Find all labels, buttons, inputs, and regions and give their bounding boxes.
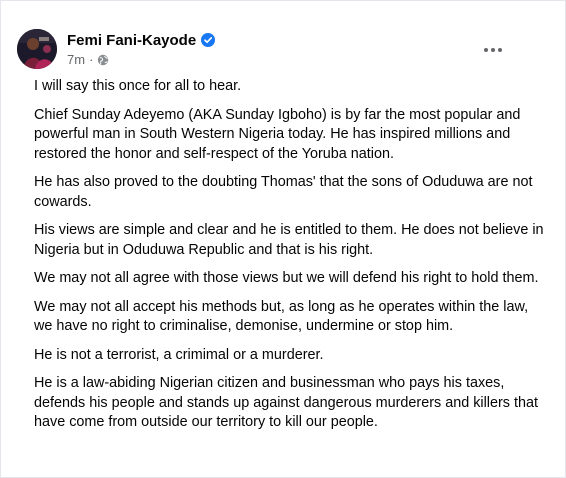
author-name[interactable]: Femi Fani-Kayode (67, 31, 196, 50)
post-paragraph: He has also proved to the doubting Thoma… (34, 174, 533, 210)
author-avatar[interactable] (17, 29, 57, 69)
post-paragraph: He is not a terrorist, a crimimal or a m… (34, 346, 324, 363)
more-dot (498, 48, 502, 52)
avatar-photo-icon (17, 29, 57, 69)
author-row: Femi Fani-Kayode (67, 31, 216, 50)
post-paragraph: We may not all accept his methods but, a… (34, 298, 529, 335)
post-paragraph: His views are simple and clear and he is… (34, 222, 544, 258)
verified-badge-icon (201, 33, 216, 47)
separator-dot: · (89, 51, 94, 67)
post-paragraph: He is a law-abiding Nigerian citizen and… (34, 375, 538, 430)
post-timestamp[interactable]: 7m (67, 52, 85, 68)
post-body: I will say this once for all to hear. Ch… (34, 77, 544, 442)
more-horizontal-icon (484, 48, 488, 52)
more-dot (491, 48, 495, 52)
more-options-button[interactable] (479, 41, 507, 59)
post-paragraph: We may not all agree with those views bu… (34, 270, 539, 286)
post-header: Femi Fani-Kayode 7m · (17, 27, 216, 71)
post-paragraph: Chief Sunday Adeyemo (AKA Sunday Igboho)… (34, 106, 521, 162)
post-meta: Femi Fani-Kayode 7m · (67, 31, 216, 68)
post-paragraph: I will say this once for all to hear. (34, 78, 242, 94)
facebook-post: Femi Fani-Kayode 7m · I will say this on… (0, 0, 566, 478)
post-subline: 7m · (67, 52, 215, 68)
globe-icon[interactable] (97, 54, 109, 66)
